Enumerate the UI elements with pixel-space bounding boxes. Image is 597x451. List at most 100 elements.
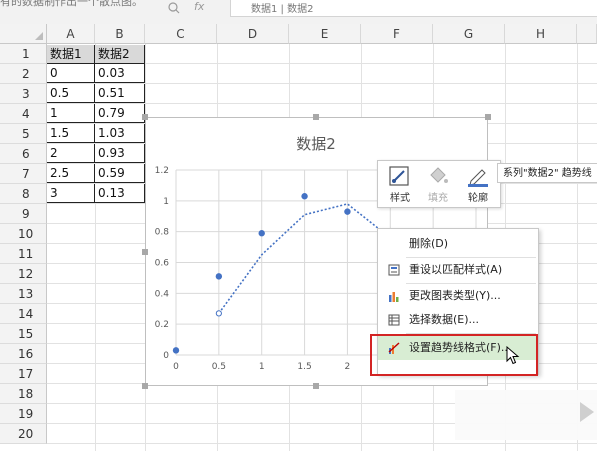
column-header-a[interactable]: A	[47, 24, 95, 44]
table-cell[interactable]: 0.59	[95, 164, 145, 183]
row-header[interactable]: 15	[0, 324, 47, 344]
table-cell[interactable]: 0.13	[95, 184, 145, 203]
row-header[interactable]: 2	[0, 64, 47, 84]
table-cell[interactable]: 0.93	[95, 144, 145, 163]
formula-input[interactable]: 数据1 | 数据2	[230, 0, 597, 17]
row-header[interactable]: 17	[0, 364, 47, 384]
select-all-corner[interactable]	[0, 24, 47, 44]
resize-handle[interactable]	[142, 249, 148, 255]
row-header[interactable]: 19	[0, 404, 47, 424]
faded-overlay	[455, 390, 597, 440]
reset-style-icon	[388, 264, 400, 276]
column-header-g[interactable]: G	[433, 24, 505, 44]
chart-type-icon	[389, 292, 399, 302]
column-header-e[interactable]: E	[289, 24, 361, 44]
row-header[interactable]: 4	[0, 104, 47, 124]
table-header-cell[interactable]: 数据1	[47, 45, 95, 64]
row-header[interactable]: 12	[0, 264, 47, 284]
column-header-d[interactable]: D	[217, 24, 289, 44]
x-tick-label: 2	[345, 362, 351, 372]
table-cell[interactable]: 0.5	[47, 84, 95, 103]
menu-item-reset-style[interactable]: 重设以匹配样式(A)	[378, 258, 538, 282]
menu-item-label: 重设以匹配样式(A)	[409, 263, 503, 276]
column-header-c[interactable]: C	[145, 24, 217, 44]
row-header[interactable]: 5	[0, 124, 47, 144]
menu-item-label: 更改图表类型(Y)...	[409, 289, 501, 302]
y-tick-label: 0.2	[155, 320, 169, 330]
data-point	[301, 193, 308, 200]
table-cell[interactable]: 2	[47, 144, 95, 163]
chart-title: 数据2	[296, 135, 336, 153]
paint-bucket-icon	[430, 167, 448, 183]
resize-handle[interactable]	[142, 383, 148, 389]
gridline	[47, 443, 597, 444]
table-cell[interactable]: 1.03	[95, 124, 145, 143]
style-label: 样式	[390, 193, 410, 204]
fill-label: 填充	[428, 193, 448, 204]
table-cell[interactable]: 0.03	[95, 64, 145, 83]
row-header[interactable]: 1	[0, 44, 47, 64]
table-cell[interactable]: 0.79	[95, 104, 145, 123]
y-tick-label: 0	[163, 351, 169, 361]
fill-button[interactable]: 填充	[420, 165, 456, 204]
table-cell[interactable]: 0	[47, 64, 95, 83]
data-point	[172, 347, 180, 354]
trendline-handle	[215, 310, 222, 317]
style-button[interactable]: 样式	[382, 165, 418, 204]
row-header[interactable]: 16	[0, 344, 47, 364]
column-header-i[interactable]	[577, 24, 597, 44]
y-tick-label: 0.8	[155, 228, 170, 238]
row-header[interactable]: 18	[0, 384, 47, 404]
table-cell[interactable]: 1.5	[47, 124, 95, 143]
menu-item-label: 删除(D)	[409, 237, 449, 250]
mini-toolbar: 样式 填充 轮廓	[377, 160, 501, 208]
menu-item-select-data[interactable]: 选择数据(E)...	[378, 308, 538, 332]
table-cell[interactable]: 1	[47, 104, 95, 123]
outline-button[interactable]: 轮廓	[460, 165, 496, 204]
table-cell[interactable]: 2.5	[47, 164, 95, 183]
data-point	[215, 273, 223, 280]
menu-item-delete[interactable]: 删除(D)	[378, 232, 538, 256]
row-header[interactable]: 3	[0, 84, 47, 104]
y-tick-label: 1.2	[155, 166, 169, 176]
column-header-f[interactable]: F	[361, 24, 433, 44]
row-header[interactable]: 11	[0, 244, 47, 264]
menu-item-change-chart-type[interactable]: 更改图表类型(Y)...	[378, 284, 538, 308]
column-header-b[interactable]: B	[95, 24, 145, 44]
y-tick-label: 1	[163, 197, 169, 207]
row-header[interactable]: 20	[0, 424, 47, 444]
x-tick-label: 0	[173, 362, 179, 372]
row-header[interactable]: 6	[0, 144, 47, 164]
play-arrow-icon	[580, 402, 594, 422]
formula-controls[interactable]: fx	[160, 0, 220, 16]
row-header[interactable]: 13	[0, 284, 47, 304]
table-cell[interactable]: 3	[47, 184, 95, 203]
row-header[interactable]: 8	[0, 184, 47, 204]
y-tick-label: 0.4	[155, 289, 170, 299]
table-cell[interactable]: 0.51	[95, 84, 145, 103]
resize-handle[interactable]	[313, 114, 319, 120]
x-tick-label: 1	[259, 362, 265, 372]
search-icon	[168, 2, 180, 14]
resize-handle[interactable]	[313, 383, 319, 389]
series-selector[interactable]: 系列"数据2" 趋势线	[497, 163, 597, 183]
resize-handle[interactable]	[142, 114, 148, 120]
row-header[interactable]: 14	[0, 304, 47, 324]
data-point	[258, 230, 265, 237]
menu-item-label: 选择数据(E)...	[409, 313, 480, 326]
outline-pen-icon	[468, 169, 488, 187]
row-header[interactable]: 7	[0, 164, 47, 184]
y-tick-label: 0.6	[155, 259, 170, 269]
x-tick-label: 0.5	[212, 362, 226, 372]
column-header-h[interactable]: H	[505, 24, 577, 44]
data-point	[344, 208, 351, 215]
formula-content: 数据1 | 数据2	[251, 4, 314, 15]
row-header[interactable]: 9	[0, 204, 47, 224]
select-data-icon	[388, 314, 400, 326]
outline-label: 轮廓	[468, 193, 488, 204]
row-header[interactable]: 10	[0, 224, 47, 244]
resize-handle[interactable]	[485, 114, 491, 120]
brush-icon	[389, 166, 409, 186]
formula-bar-strip: 有的数据制作出一个散点图。 fx 数据1 | 数据2	[0, 0, 597, 24]
table-header-cell[interactable]: 数据2	[95, 45, 145, 64]
